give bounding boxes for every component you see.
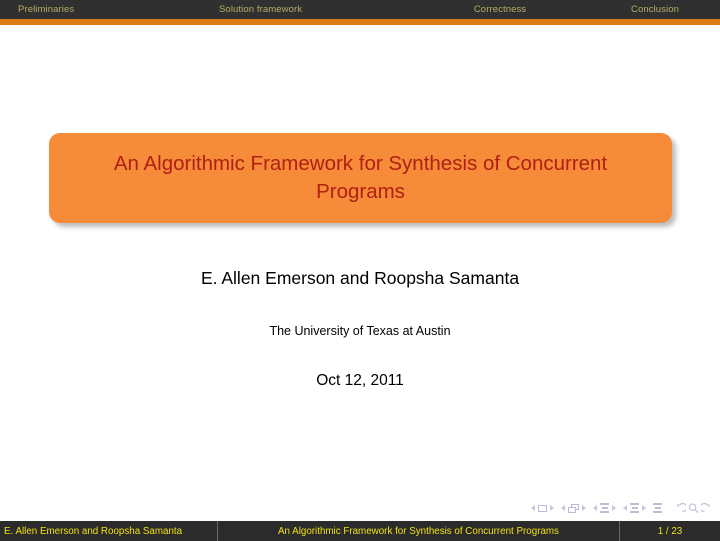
footer-status-bar: E. Allen Emerson and Roopsha Samanta An … bbox=[0, 521, 720, 541]
section-navigation-group[interactable] bbox=[623, 502, 646, 514]
beamer-navigation-symbols bbox=[531, 500, 714, 516]
back-arrow-icon[interactable] bbox=[673, 502, 686, 515]
nav-section-conclusion[interactable]: Conclusion bbox=[590, 0, 720, 19]
footer-title: An Algorithmic Framework for Synthesis o… bbox=[218, 521, 620, 541]
nav-section-correctness[interactable]: Correctness bbox=[410, 0, 590, 19]
previous-section-icon[interactable] bbox=[623, 505, 627, 511]
section-navigation-bar: Preliminaries Solution framework Correct… bbox=[0, 0, 720, 19]
nav-section-label: Conclusion bbox=[631, 4, 679, 15]
slide-nav-icon[interactable] bbox=[538, 504, 547, 512]
previous-slide-icon[interactable] bbox=[531, 505, 535, 511]
nav-section-label: Solution framework bbox=[219, 4, 303, 15]
nav-section-label: Correctness bbox=[473, 4, 527, 15]
frame-nav-icon[interactable] bbox=[568, 503, 579, 513]
search-magnifier-icon[interactable] bbox=[687, 502, 700, 515]
next-slide-icon[interactable] bbox=[550, 505, 554, 511]
forward-arrow-icon[interactable] bbox=[701, 502, 714, 515]
title-box: An Algorithmic Framework for Synthesis o… bbox=[49, 133, 672, 223]
nav-section-solution-framework[interactable]: Solution framework bbox=[205, 0, 410, 19]
next-frame-icon[interactable] bbox=[582, 505, 586, 511]
footer-author: E. Allen Emerson and Roopsha Samanta bbox=[0, 521, 218, 541]
nav-section-label: Preliminaries bbox=[18, 4, 75, 15]
previous-subsection-icon[interactable] bbox=[593, 505, 597, 511]
next-section-icon[interactable] bbox=[642, 505, 646, 511]
page-title: An Algorithmic Framework for Synthesis o… bbox=[113, 152, 608, 203]
subsection-navigation-group[interactable] bbox=[593, 502, 616, 514]
nav-section-preliminaries[interactable]: Preliminaries bbox=[0, 0, 205, 19]
presentation-nav-icon[interactable] bbox=[653, 502, 662, 514]
subsection-nav-icon[interactable] bbox=[600, 502, 609, 514]
institute-line: The University of Texas at Austin bbox=[269, 324, 451, 338]
section-nav-icon[interactable] bbox=[630, 502, 639, 514]
next-subsection-icon[interactable] bbox=[612, 505, 616, 511]
frame-navigation-group[interactable] bbox=[561, 503, 586, 513]
authors-line: E. Allen Emerson and Roopsha Samanta bbox=[200, 268, 520, 288]
date-line: Oct 12, 2011 bbox=[316, 372, 404, 389]
slide-navigation-group[interactable] bbox=[531, 504, 554, 512]
previous-frame-icon[interactable] bbox=[561, 505, 565, 511]
footer-page-indicator: 1 / 23 bbox=[657, 525, 683, 537]
presentation-navigation-group[interactable] bbox=[653, 502, 662, 514]
header-accent-rule bbox=[0, 19, 720, 25]
